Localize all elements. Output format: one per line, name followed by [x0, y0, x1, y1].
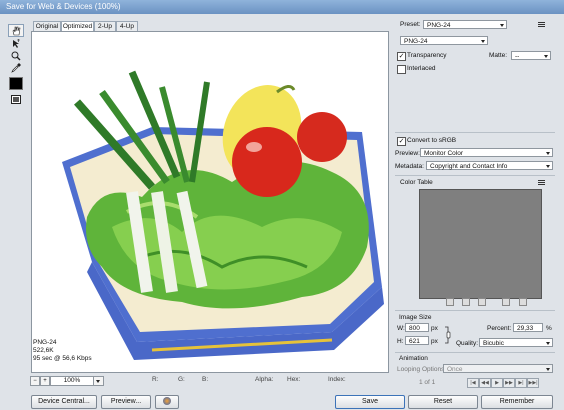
optimized-info: PNG-24 522,6K 95 sec @ 56,6 Kbps	[33, 339, 173, 363]
eyedropper-color-swatch[interactable]	[9, 77, 23, 90]
looping-select[interactable]: Once	[443, 364, 553, 373]
remember-button[interactable]: Remember	[481, 395, 553, 409]
previous-frame-button[interactable]: ◀◀	[479, 378, 491, 388]
convert-srgb-label: Convert to sRGB	[407, 137, 457, 144]
save-button[interactable]: Save	[335, 395, 405, 409]
metadata-value: Copyright and Contact Info	[430, 163, 508, 170]
percent-label: Percent:	[487, 325, 512, 332]
readout-r: R:	[152, 376, 159, 383]
width-field[interactable]: 800	[405, 323, 429, 332]
looping-value: Once	[447, 366, 463, 373]
animation-title: Animation	[399, 355, 428, 362]
reset-button[interactable]: Reset	[408, 395, 478, 409]
matte-value: --	[515, 53, 520, 60]
device-central-button[interactable]: Device Central...	[31, 395, 97, 409]
play-button[interactable]: ▶	[491, 378, 503, 388]
panel-menu-icon[interactable]	[538, 180, 545, 186]
next-frame-button[interactable]: ▶▶	[503, 378, 515, 388]
browser-icon	[163, 397, 171, 406]
vegetable-bowl-image	[62, 70, 384, 360]
transparency-label: Transparency	[407, 52, 447, 59]
preset-label: Preset:	[400, 21, 421, 28]
image-preview[interactable]	[31, 31, 389, 373]
frame-counter: 1 of 1	[419, 379, 436, 386]
interlaced-label: Interlaced	[407, 65, 436, 72]
preview-value: Monitor Color	[424, 150, 464, 157]
zoom-dropdown[interactable]	[93, 376, 104, 386]
preview-button[interactable]: Preview...	[101, 395, 151, 409]
panel-menu-icon[interactable]	[538, 22, 545, 28]
zoom-in-button[interactable]: +	[40, 376, 50, 386]
status-bar: − + 100% R: G: B: Alpha: Hex: Index:	[30, 376, 390, 386]
file-format-value: PNG-24	[404, 38, 428, 45]
link-icon[interactable]	[444, 326, 451, 344]
interlaced-checkbox[interactable]	[397, 65, 406, 74]
readout-g: G:	[178, 376, 185, 383]
chevron-down-icon	[96, 380, 100, 383]
divider	[395, 352, 555, 353]
preset-value: PNG-24	[427, 22, 451, 29]
color-table[interactable]	[419, 189, 542, 299]
first-frame-button[interactable]: |◀	[467, 378, 479, 388]
percent-unit: %	[546, 325, 552, 332]
height-field[interactable]: 621	[405, 336, 429, 345]
delete-color-icon[interactable]	[519, 298, 527, 306]
toggle-slices-icon[interactable]	[8, 93, 24, 106]
matte-select[interactable]: --	[511, 51, 551, 60]
map-color-transparent-icon[interactable]	[446, 298, 454, 306]
file-format-select[interactable]: PNG-24	[400, 36, 488, 45]
width-unit: px	[431, 325, 438, 332]
divider	[395, 175, 555, 176]
lock-color-icon[interactable]	[478, 298, 486, 306]
preview-label: Preview:	[395, 150, 420, 157]
looping-label: Looping Options:	[397, 366, 447, 373]
new-color-icon[interactable]	[502, 298, 510, 306]
readout-index: Index:	[328, 376, 346, 383]
last-frame-button[interactable]: ▶|	[515, 378, 527, 388]
window-title: Save for Web & Devices (100%)	[6, 2, 121, 11]
readout-b: B:	[202, 376, 209, 383]
divider	[395, 310, 555, 311]
title-bar: Save for Web & Devices (100%)	[0, 0, 564, 14]
zoom-out-button[interactable]: −	[30, 376, 40, 386]
zoom-level[interactable]: 100%	[50, 376, 94, 386]
percent-field[interactable]: 29,33	[513, 323, 543, 332]
eyedropper-icon[interactable]	[8, 61, 24, 74]
transparency-checkbox[interactable]: ✓	[397, 52, 406, 61]
metadata-select[interactable]: Copyright and Contact Info	[426, 161, 553, 170]
info-time: 95 sec @ 56,6 Kbps	[33, 355, 92, 362]
info-size: 522,6K	[33, 347, 54, 354]
preview-select[interactable]: Monitor Color	[420, 148, 553, 157]
height-unit: px	[431, 338, 438, 345]
shift-web-palette-icon[interactable]	[462, 298, 470, 306]
quality-select[interactable]: Bicubic	[479, 338, 553, 347]
width-label: W:	[397, 325, 405, 332]
quality-value: Bicubic	[483, 340, 504, 347]
quality-label: Quality:	[456, 340, 479, 347]
tool-column	[0, 14, 30, 384]
preset-select[interactable]: PNG-24	[423, 20, 507, 29]
last-frame-end-button[interactable]: ▶▶|	[527, 378, 539, 388]
browser-preview-button[interactable]	[155, 395, 179, 409]
convert-srgb-checkbox[interactable]: ✓	[397, 137, 406, 146]
image-size-title: Image Size	[399, 314, 432, 321]
divider	[395, 132, 555, 133]
readout-alpha: Alpha:	[255, 376, 274, 383]
matte-label: Matte:	[489, 52, 508, 59]
hand-icon[interactable]	[8, 24, 24, 37]
color-table-title: Color Table	[400, 179, 433, 186]
info-format: PNG-24	[33, 339, 57, 346]
metadata-label: Metadata:	[395, 163, 424, 170]
readout-hex: Hex:	[287, 376, 301, 383]
height-label: H:	[397, 338, 404, 345]
